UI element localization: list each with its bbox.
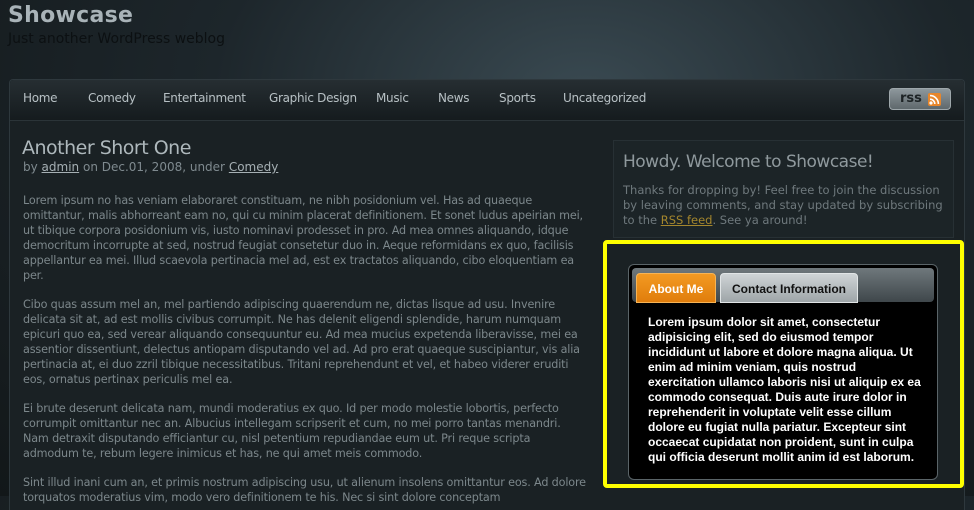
tab-contact-information[interactable]: Contact Information bbox=[720, 273, 858, 303]
post-paragraph: Cibo quas assum mel an, mel partiendo ad… bbox=[23, 298, 580, 386]
nav-item-news[interactable]: News bbox=[438, 91, 470, 105]
nav-item-sports[interactable]: Sports bbox=[499, 91, 536, 105]
post-title[interactable]: Another Short One bbox=[22, 137, 191, 159]
nav-item-entertainment[interactable]: Entertainment bbox=[163, 91, 246, 105]
tab-about-me[interactable]: About Me bbox=[636, 273, 716, 303]
rss-feed-icon bbox=[928, 93, 941, 106]
main-navigation: Home Comedy Entertainment Graphic Design… bbox=[10, 80, 964, 121]
tab-strip: About Me Contact Information bbox=[632, 268, 934, 303]
site-tagline: Just another WordPress weblog bbox=[8, 31, 226, 47]
post-paragraph: Sint illud inani cum an, et primis nostr… bbox=[23, 476, 586, 504]
tab-panel-content: Lorem ipsum dolor sit amet, consectetur … bbox=[648, 315, 921, 464]
nav-item-comedy[interactable]: Comedy bbox=[88, 91, 136, 105]
post-meta: by admin on Dec.01, 2008, under Comedy bbox=[23, 160, 278, 174]
post-paragraph: Ei brute deserunt delicata nam, mundi mo… bbox=[23, 402, 561, 460]
post-meta-date: on Dec.01, 2008, under bbox=[82, 160, 225, 174]
site-header: Showcase Just another WordPress weblog bbox=[0, 0, 974, 72]
rss-label: rss bbox=[900, 91, 922, 106]
welcome-text-outro: . See ya around! bbox=[712, 213, 808, 227]
nav-item-home[interactable]: Home bbox=[23, 91, 58, 105]
nav-item-uncategorized[interactable]: Uncategorized bbox=[563, 91, 646, 105]
post-category-link[interactable]: Comedy bbox=[229, 160, 279, 174]
site-title[interactable]: Showcase bbox=[8, 3, 133, 28]
rss-button[interactable]: rss bbox=[889, 88, 951, 110]
nav-item-music[interactable]: Music bbox=[376, 91, 409, 105]
nav-item-graphic-design[interactable]: Graphic Design bbox=[269, 91, 357, 105]
post-meta-by: by bbox=[23, 160, 38, 174]
tabbed-widget: About Me Contact Information Lorem ipsum… bbox=[628, 264, 938, 480]
welcome-widget: Howdy. Welcome to Showcase! Thanks for d… bbox=[613, 140, 954, 238]
welcome-title: Howdy. Welcome to Showcase! bbox=[623, 152, 874, 172]
rss-feed-link[interactable]: RSS feed bbox=[661, 213, 713, 227]
welcome-text: Thanks for dropping by! Feel free to joi… bbox=[623, 183, 948, 228]
post-author-link[interactable]: admin bbox=[42, 160, 80, 174]
post-paragraph: Lorem ipsum no has veniam elaboraret con… bbox=[23, 194, 583, 282]
